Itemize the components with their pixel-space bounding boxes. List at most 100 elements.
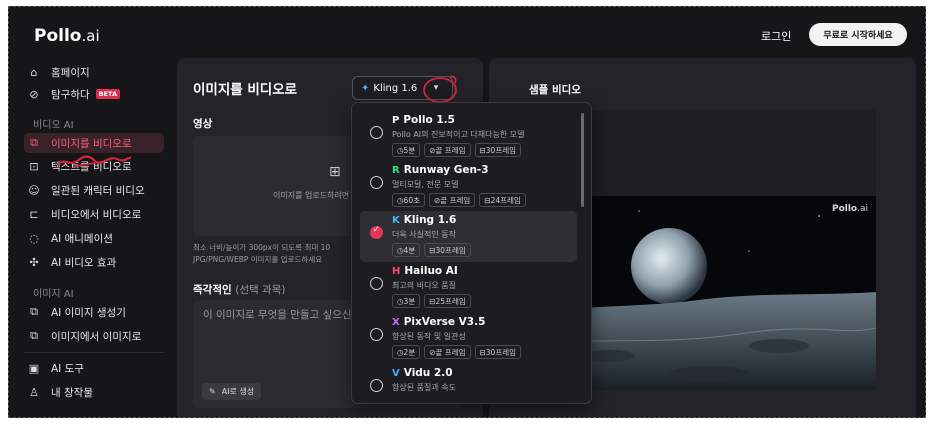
sidebar-item-ai-animation[interactable]: ◌ AI 애니메이션 <box>24 228 164 248</box>
model-description: 멀티모달, 전문 모델 <box>392 180 459 189</box>
model-option[interactable]: H Hailuo AI 최고의 비디오 품질 ◷3분 ⊟25프레임 <box>360 262 577 313</box>
upload-hint-line: 최소 너비/높이가 300px이 되도록 최대 10 <box>193 243 331 252</box>
model-logo-icon: V <box>392 367 400 379</box>
sidebar-item-label: 내 창작물 <box>51 386 93 399</box>
animation-icon: ◌ <box>29 231 39 245</box>
model-logo-icon: X <box>392 316 400 328</box>
ai-generate-label: AI로 생성 <box>221 387 255 396</box>
model-tags: ◷4분 ⊟30프레임 <box>392 243 471 257</box>
model-radio[interactable] <box>370 126 383 139</box>
image-add-icon: ⊞ <box>329 164 341 180</box>
model-radio[interactable] <box>370 225 383 239</box>
model-tag: ⊟30프레임 <box>474 345 522 359</box>
home-icon: ⌂ <box>30 65 38 79</box>
model-name: H Hailuo AI <box>392 265 458 277</box>
login-link[interactable]: 로그인 <box>761 28 791 44</box>
sidebar-item-label: 비디오에서 비디오로 <box>51 208 142 221</box>
model-name: K Kling 1.6 <box>392 214 456 226</box>
upload-hint: 최소 너비/높이가 300px이 되도록 최대 10 JPG/PNG/WEBP … <box>193 242 330 266</box>
dropdown-scrollbar[interactable] <box>581 113 584 207</box>
sidebar-item-label: 홈페이지 <box>51 66 90 79</box>
model-option[interactable]: P Pollo 1.5 Pollo AI의 진보적이고 다재다능한 모델 ◷5분 ⊘끝 … <box>360 111 577 162</box>
sidebar-item-label: 이미지에서 이미지로 <box>51 330 142 343</box>
compass-icon: ⊘ <box>29 87 39 101</box>
model-description: 향상된 품질과 속도 <box>392 383 456 392</box>
sidebar-item-home[interactable]: ⌂ 홈페이지 <box>24 62 164 82</box>
image-image-icon: ⧉ <box>30 329 38 342</box>
sidebar-item-consistent-character[interactable]: ☺ 일관된 캐릭터 비디오 <box>24 180 164 200</box>
prompt-label: 즉각적인 (선택 과목) <box>193 282 285 297</box>
model-radio[interactable] <box>370 379 383 392</box>
model-tag: ◷5분 <box>392 143 421 157</box>
watermark-suffix: .ai <box>857 204 868 214</box>
sidebar-item-label: AI 이미지 생성기 <box>51 306 126 319</box>
start-free-button[interactable]: 무료로 시작하세요 <box>809 23 907 46</box>
model-select-value: Kling 1.6 <box>373 82 418 94</box>
page-title: 이미지를 비디오로 <box>193 82 298 98</box>
model-name-text: Vidu 2.0 <box>403 367 453 379</box>
logo[interactable]: Pollo.ai <box>34 26 100 46</box>
sidebar-item-ai-image-generator[interactable]: ⧉ AI 이미지 생성기 <box>24 302 164 322</box>
sidebar-item-video-to-video[interactable]: ⊏ 비디오에서 비디오로 <box>24 204 164 224</box>
sidebar-divider <box>24 352 164 353</box>
model-radio[interactable] <box>370 328 383 341</box>
model-tags: ◷3분 ⊟25프레임 <box>392 294 471 308</box>
model-logo-icon: R <box>392 164 400 176</box>
character-icon: ☺ <box>28 183 40 197</box>
model-tag: ⊟24프레임 <box>479 193 526 207</box>
model-tag: ◷60초 <box>392 193 425 207</box>
model-tags: ◷5분 ⊘끝 프레임 ⊟30프레임 <box>392 143 522 157</box>
toolbox-icon: ▣ <box>28 361 40 375</box>
sidebar-item-label: AI 애니메이션 <box>51 232 113 245</box>
sample-video-title: 샘플 비디오 <box>529 84 581 96</box>
model-description: 최고의 비디오 품질 <box>392 281 456 290</box>
sidebar-item-ai-video-effects[interactable]: ✣ AI 비디오 효과 <box>24 252 164 272</box>
ai-generate-button[interactable]: ✎ AI로 생성 <box>202 383 262 400</box>
section-video-ai: 비디오 AI <box>33 120 74 131</box>
model-radio[interactable] <box>370 176 383 189</box>
sidebar-item-explore[interactable]: ⊘ 탐구하다 BETA <box>24 84 164 104</box>
model-dropdown[interactable]: P Pollo 1.5 Pollo AI의 진보적이고 다재다능한 모델 ◷5분 ⊘끝 … <box>351 102 592 404</box>
text-video-icon: ⊡ <box>29 159 39 173</box>
model-tags: ◷2분 ⊘끝 프레임 ⊟30프레임 <box>392 345 522 359</box>
circle-annotation <box>423 75 457 103</box>
model-tag: ⊟30프레임 <box>474 143 522 157</box>
model-tag: ⊟25프레임 <box>424 294 471 308</box>
model-tags: ◷60초 ⊘끝 프레임 ⊟24프레임 <box>392 193 526 207</box>
beta-badge: BETA <box>95 89 120 99</box>
model-option[interactable]: V Vidu 2.0 향상된 품질과 속도 <box>360 364 577 403</box>
sidebar-item-my-creations[interactable]: ♙ 내 창작물 <box>24 382 164 402</box>
sidebar-item-label: 일관된 캐릭터 비디오 <box>51 184 145 197</box>
image-video-icon: ⧉ <box>30 136 38 149</box>
sidebar-item-ai-tools[interactable]: ▣ AI 도구 <box>24 358 164 378</box>
video-video-icon: ⊏ <box>29 207 39 221</box>
user-icon: ♙ <box>29 385 39 399</box>
model-tag: ⊘끝 프레임 <box>424 345 471 359</box>
model-name: V Vidu 2.0 <box>392 367 453 379</box>
model-option[interactable]: KKling 1.6 더욱 사실적인 동작 ◷4분⊟30프레임 <box>360 211 577 262</box>
model-name-text: PixVerse V3.5 <box>403 316 486 328</box>
model-tag: ⊘끝 프레임 <box>424 143 471 157</box>
image-gen-icon: ⧉ <box>30 305 38 318</box>
model-name: P Pollo 1.5 <box>392 114 455 126</box>
model-name-text: Pollo 1.5 <box>403 114 455 126</box>
watermark-main: Pollo <box>831 204 858 214</box>
model-logo-icon: H <box>392 265 401 277</box>
model-tag: ◷4분 <box>392 243 421 257</box>
effects-icon: ✣ <box>29 255 39 269</box>
model-tag: ◷3분 <box>392 294 421 308</box>
logo-suffix: .ai <box>81 27 100 45</box>
magic-wand-icon: ✎ <box>209 387 216 396</box>
model-description: 향상된 동작 및 일관성 <box>392 332 466 341</box>
model-option[interactable]: X PixVerse V3.5 향상된 동작 및 일관성 ◷2분 ⊘끝 프레임 ⊟30프레… <box>360 313 577 364</box>
sidebar-item-image-to-image[interactable]: ⧉ 이미지에서 이미지로 <box>24 326 164 346</box>
prompt-optional: (선택 과목) <box>235 284 286 296</box>
model-radio[interactable] <box>370 277 383 290</box>
section-image-ai: 이미지 AI <box>33 289 74 300</box>
model-option[interactable]: R Runway Gen-3 멀티모달, 전문 모델 ◷60초 ⊘끝 프레임 ⊟24프레임 <box>360 161 577 212</box>
upload-hint-line: JPG/PNG/WEBP 이미지를 업로드하세요 <box>193 255 323 264</box>
model-description: Pollo AI의 진보적이고 다재다능한 모델 <box>392 130 525 139</box>
model-name: R Runway Gen-3 <box>392 164 489 176</box>
model-logo-icon: K <box>392 214 400 226</box>
video-label: 영상 <box>193 118 213 130</box>
